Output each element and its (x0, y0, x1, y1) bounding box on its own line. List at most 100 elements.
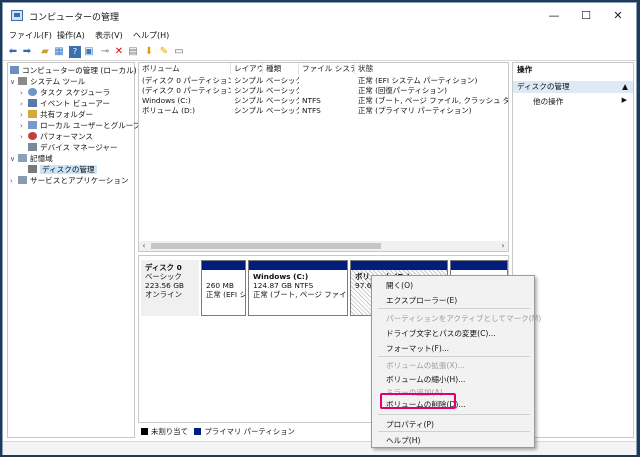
column-header-status[interactable]: 状態 (355, 63, 508, 74)
scroll-left-icon[interactable]: ‹ (139, 241, 149, 251)
tree-node-root[interactable]: コンピューターの管理 (ローカル) (10, 65, 137, 76)
menu-separator (378, 414, 530, 415)
menu-item-open[interactable]: 開く(O) (386, 280, 413, 291)
scrollbar-thumb[interactable] (151, 243, 381, 249)
cell-type: ベーシック (266, 86, 299, 95)
cell-volume: (ディスク 0 パーティション 4) (142, 86, 231, 95)
maximize-button[interactable]: ☐ (571, 7, 601, 25)
menu-action[interactable]: 操作(A) (57, 30, 85, 41)
menu-item-help[interactable]: ヘルプ(H) (386, 435, 420, 446)
shared-folder-icon (28, 110, 37, 118)
tree-node-system-tools[interactable]: ∨ システム ツール (10, 76, 85, 87)
cell-type: ベーシック (266, 96, 299, 105)
cell-status: 正常 (プライマリ パーティション) (358, 106, 472, 115)
cell-filesystem: NTFS (302, 96, 321, 105)
partition-band (202, 261, 245, 270)
forward-arrow-icon[interactable]: ➡ (21, 46, 33, 58)
close-button[interactable]: ✕ (603, 7, 633, 25)
disk-name: ディスク 0 (145, 263, 182, 272)
tree-node-services[interactable]: › サービスとアプリケーション (10, 175, 129, 186)
partition-windows-c[interactable]: Windows (C:) 124.87 GB NTFS 正常 (ブート, ページ… (248, 260, 348, 316)
tree-node-device-manager[interactable]: デバイス マネージャー (28, 142, 118, 153)
actions-header: 操作 (517, 65, 533, 74)
cell-filesystem (299, 86, 355, 96)
menu-item-shrink[interactable]: ボリュームの縮小(H)... (386, 374, 465, 385)
cell-volume: ボリューム (D:) (142, 106, 196, 115)
minimize-button[interactable]: — (539, 7, 569, 25)
actions-other-label: 他の操作 (533, 97, 564, 106)
menu-item-explorer[interactable]: エクスプローラー(E) (386, 295, 457, 306)
cell-status: 正常 (ブート, ページ ファイル, クラッシュ ダンプ, プライ (358, 96, 508, 105)
scroll-right-icon[interactable]: › (498, 241, 508, 251)
horizontal-scrollbar[interactable]: ‹ › (139, 241, 508, 251)
tree-node-local-users[interactable]: › ローカル ユーザーとグループ (20, 120, 141, 131)
cell-filesystem: NTFS (302, 106, 321, 115)
volume-list: ボリューム レイアウト 種類 ファイル システム 状態 (ディスク 0 パーティ… (138, 62, 509, 252)
tree-node-disk-management[interactable]: ディスクの管理 (28, 164, 97, 175)
console-icon[interactable]: ▣ (83, 46, 95, 58)
refresh-icon[interactable]: ✎ (158, 46, 170, 58)
event-viewer-icon (28, 99, 37, 107)
export-icon[interactable]: ⬇ (143, 46, 155, 58)
tree-node-storage[interactable]: ∨ 記憶域 (10, 153, 53, 164)
actions-other[interactable]: 他の操作 (533, 96, 563, 107)
menu-item-extend[interactable]: ボリュームの拡張(X)... (386, 360, 465, 371)
chevron-down-icon[interactable]: ∨ (10, 77, 18, 88)
toolbar: ⬅ ➡ ▰ ▦ ? ▣ ⊸ ✕ ▤ ⬇ ✎ ▭ (3, 43, 636, 61)
cell-type: ベーシック (266, 76, 299, 85)
show-tree-icon[interactable]: ▦ (53, 46, 65, 58)
menu-item-mark-active[interactable]: パーティションをアクティブとしてマーク(M) (386, 313, 541, 324)
partition-size: 260 MB (206, 281, 234, 290)
chevron-down-icon[interactable]: ∨ (10, 154, 18, 165)
tree-node-task-scheduler[interactable]: › タスク スケジューラ (20, 87, 110, 98)
tree-node-performance[interactable]: › パフォーマンス (20, 131, 93, 142)
column-header-layout[interactable]: レイアウト (231, 63, 263, 74)
disk-type: ベーシック (145, 272, 182, 281)
up-folder-icon[interactable]: ▰ (39, 46, 51, 58)
connect-icon[interactable]: ⊸ (99, 46, 111, 58)
menu-item-format[interactable]: フォーマット(F)... (386, 343, 449, 354)
delete-icon[interactable]: ✕ (113, 46, 125, 58)
window-title: コンピューターの管理 (29, 13, 120, 23)
menu-item-properties[interactable]: プロパティ(P) (386, 419, 434, 430)
menu-view[interactable]: 表示(V) (95, 30, 123, 41)
collapse-up-icon[interactable]: ▲ (622, 81, 628, 93)
cell-volume: (ディスク 0 パーティション 1) (142, 76, 231, 85)
computer-management-window: コンピューターの管理 — ☐ ✕ ファイル(F) 操作(A) 表示(V) ヘルプ… (2, 2, 637, 455)
cell-layout: シンプル (234, 106, 263, 115)
partition-band (351, 261, 447, 270)
partition-efi[interactable]: 260 MB 正常 (EFI シ (201, 260, 246, 316)
disk-status: オンライン (145, 290, 182, 299)
tree-node-shared-folders[interactable]: › 共有フォルダー (20, 109, 93, 120)
disk-0-label[interactable]: ディスク 0 ベーシック 223.56 GB オンライン (141, 260, 199, 316)
partition-band (451, 261, 507, 270)
menu-item-change-letter[interactable]: ドライブ文字とパスの変更(C)... (386, 328, 496, 339)
partition-band (249, 261, 347, 270)
actions-disk-management[interactable]: ディスクの管理 ▲ (513, 81, 633, 93)
submenu-arrow-icon[interactable]: ▶ (622, 96, 627, 104)
partition-status: 正常 (EFI シ (206, 290, 245, 299)
partition-name: Windows (C:) (253, 272, 309, 281)
computer-management-icon (11, 10, 23, 21)
menu-separator (378, 308, 530, 309)
services-icon (18, 176, 27, 184)
chevron-right-icon[interactable]: › (20, 132, 28, 143)
tree-node-event-viewer[interactable]: › イベント ビューアー (20, 98, 110, 109)
help-icon[interactable]: ? (69, 46, 81, 58)
menu-separator (378, 356, 530, 357)
list-view-icon[interactable]: ▭ (173, 46, 185, 58)
users-icon (28, 121, 37, 129)
clock-icon (28, 88, 37, 96)
column-header-filesystem[interactable]: ファイル システム (299, 63, 355, 74)
properties-icon[interactable]: ▤ (127, 46, 139, 58)
disk-size: 223.56 GB (145, 281, 185, 290)
menu-help[interactable]: ヘルプ(H) (133, 30, 169, 41)
primary-swatch (194, 428, 202, 435)
menu-file[interactable]: ファイル(F) (9, 30, 52, 41)
chevron-right-icon[interactable]: › (10, 176, 18, 187)
partition-size: 124.87 GB NTFS (253, 281, 314, 290)
back-arrow-icon[interactable]: ⬅ (7, 46, 19, 58)
column-header-volume[interactable]: ボリューム (139, 63, 231, 74)
column-header-type[interactable]: 種類 (263, 63, 299, 74)
